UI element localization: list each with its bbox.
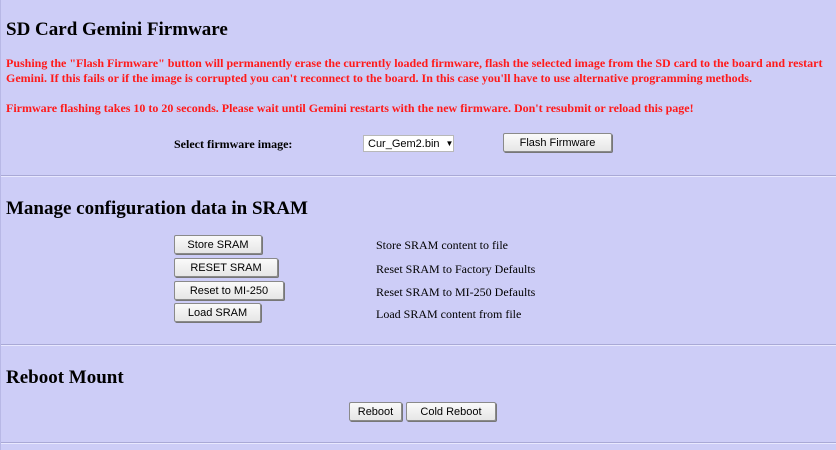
firmware-warning-line1: Pushing the "Flash Firmware" button will… [6,56,823,70]
cold-reboot-button[interactable]: Cold Reboot [406,402,496,421]
reboot-section-title: Reboot Mount [6,367,124,388]
firmware-warning-line2: Gemini. If this fails or if the image is… [6,71,752,85]
reboot-button[interactable]: Reboot [349,402,402,421]
section-divider [1,442,836,444]
firmware-image-selected-value: Cur_Gem2.bin [368,137,440,150]
reset-sram-description: Reset SRAM to Factory Defaults [376,262,536,276]
load-sram-description: Load SRAM content from file [376,307,522,321]
reset-sram-button[interactable]: RESET SRAM [174,258,278,277]
reset-mi250-button[interactable]: Reset to MI-250 [174,281,284,300]
firmware-section-title: SD Card Gemini Firmware [6,19,228,40]
store-sram-description: Store SRAM content to file [376,238,508,252]
firmware-page: SD Card Gemini Firmware Pushing the "Fla… [0,0,836,450]
firmware-image-select[interactable]: Cur_Gem2.bin ▼ [363,135,454,152]
load-sram-button[interactable]: Load SRAM [174,303,261,322]
section-divider [1,175,836,177]
section-divider [1,344,836,346]
firmware-select-label: Select firmware image: [174,137,293,151]
chevron-down-icon: ▼ [445,139,454,148]
sram-section-title: Manage configuration data in SRAM [6,198,308,219]
store-sram-button[interactable]: Store SRAM [174,235,262,254]
flash-firmware-button[interactable]: Flash Firmware [503,133,612,152]
firmware-warning-line3: Firmware flashing takes 10 to 20 seconds… [6,101,694,115]
reset-mi250-description: Reset SRAM to MI-250 Defaults [376,285,536,299]
